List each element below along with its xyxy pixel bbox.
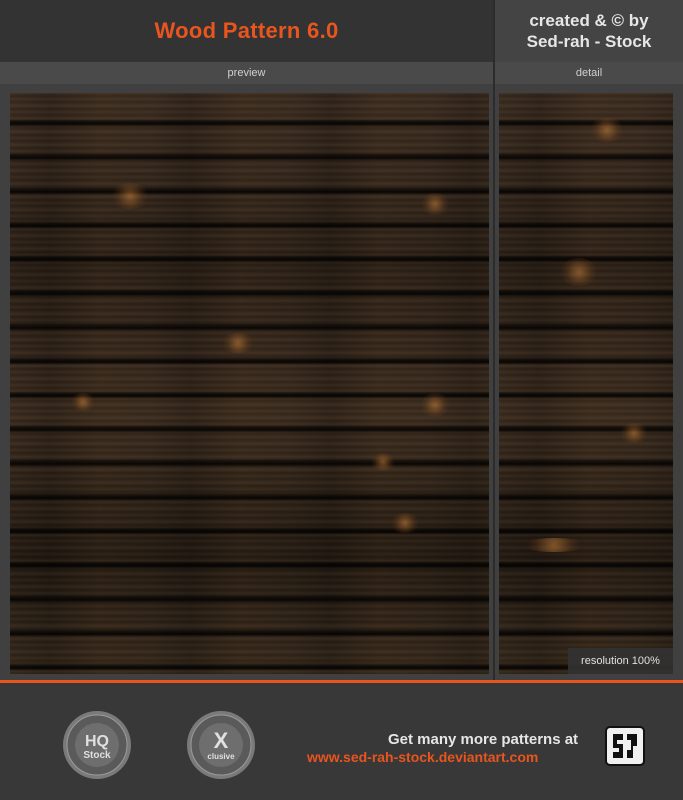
hq-seal-bottom-text: Stock bbox=[83, 750, 111, 761]
credit-line-2: Sed-rah - Stock bbox=[526, 32, 652, 51]
hq-seal-top-text: HQ bbox=[85, 733, 109, 750]
x-seal-top-text: X bbox=[214, 728, 229, 753]
wood-knot bbox=[420, 193, 450, 215]
wood-knot bbox=[110, 183, 150, 209]
credit-line-1: created & © by bbox=[529, 11, 649, 30]
wood-preview-image bbox=[10, 93, 489, 674]
wood-knot bbox=[559, 258, 599, 286]
credit-box: created & © by Sed-rah - Stock bbox=[495, 0, 683, 62]
sed-rah-logo-icon[interactable] bbox=[605, 726, 645, 766]
detail-label-bar: detail bbox=[495, 62, 683, 84]
footer-tagline: Get many more patterns at bbox=[388, 731, 579, 748]
wood-detail-image bbox=[499, 93, 673, 674]
wood-knot bbox=[589, 118, 625, 142]
detail-label: detail bbox=[575, 67, 603, 79]
title-bar: Wood Pattern 6.0 bbox=[0, 0, 493, 62]
footer-link[interactable]: www.sed-rah-stock.deviantart.com bbox=[307, 749, 538, 765]
wood-knot bbox=[370, 453, 396, 471]
wood-knot bbox=[390, 513, 420, 533]
resolution-badge: resolution 100% bbox=[568, 648, 673, 674]
wood-knot bbox=[619, 423, 649, 443]
exclusive-seal-icon: X clusive bbox=[187, 711, 255, 779]
page-title: Wood Pattern 6.0 bbox=[154, 18, 339, 43]
preview-label: preview bbox=[227, 67, 266, 79]
x-seal-bottom-text: clusive bbox=[207, 752, 235, 761]
wood-knot bbox=[420, 393, 450, 417]
hq-stock-seal-icon: HQ Stock bbox=[63, 711, 131, 779]
vertical-divider bbox=[493, 0, 495, 680]
wood-knot bbox=[519, 538, 589, 552]
wood-knot bbox=[220, 333, 256, 353]
wood-knot bbox=[70, 393, 96, 411]
preview-label-bar: preview bbox=[0, 62, 493, 84]
resolution-label: resolution 100% bbox=[581, 655, 660, 667]
